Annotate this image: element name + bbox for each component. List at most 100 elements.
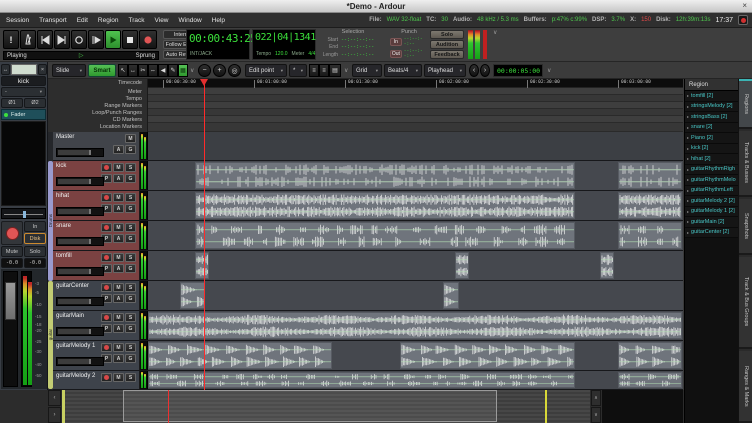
mute-button[interactable]: M	[113, 193, 124, 202]
region-list-item[interactable]: ▸guitarMelody 1 [2]	[685, 207, 738, 218]
playhead-marker[interactable]	[200, 79, 208, 86]
mute-button[interactable]: M	[113, 253, 124, 262]
zoom-in-button[interactable]: +	[213, 64, 226, 77]
secondary-clock[interactable]: 022|04|1341 Tempo 120.0 Meter 4/4	[252, 29, 316, 60]
automation-button[interactable]: A	[113, 294, 124, 303]
region-list-item[interactable]: ▸kick [2]	[685, 144, 738, 155]
scroll-up-button[interactable]: ∧	[591, 390, 601, 406]
record-arm-button[interactable]	[101, 283, 112, 292]
track-canvas[interactable]	[148, 191, 683, 220]
track-header[interactable]: tomfill M S P A G	[53, 251, 140, 280]
ruler-label-timecode[interactable]: Timecode	[118, 80, 142, 86]
region-list-item[interactable]: ▸guitarCenter [2]	[685, 228, 738, 239]
track-canvas[interactable]	[148, 371, 683, 389]
solo-button[interactable]: S	[125, 313, 136, 322]
track-header[interactable]: Master M A G	[53, 132, 140, 160]
menu-session[interactable]: Session	[6, 17, 29, 24]
track-canvas[interactable]	[148, 161, 683, 190]
pan-control[interactable]	[1, 208, 46, 219]
audio-region[interactable]	[618, 342, 682, 369]
tempo-ruler[interactable]	[148, 95, 683, 102]
scroll-right-button[interactable]: ›	[48, 407, 61, 423]
menu-transport[interactable]: Transport	[39, 17, 67, 24]
ruler-label-loop-punch[interactable]: Loop/Punch Ranges	[92, 110, 142, 116]
phase-1-button[interactable]: Ø1	[1, 98, 23, 108]
track-fader[interactable]	[56, 207, 104, 216]
region-list-item[interactable]: ▸hihat [2]	[685, 154, 738, 165]
selection-start[interactable]: --:--:--:--	[341, 37, 374, 43]
primary-clock[interactable]: 00:00:43:25 INT/JACK	[186, 29, 250, 60]
region-list-item[interactable]: ▸snare [2]	[685, 123, 738, 134]
group-button[interactable]: G	[125, 145, 136, 154]
solo-button-global[interactable]: Solo	[430, 30, 464, 39]
region-list-item[interactable]: ▸guitarRhythmLeft	[685, 186, 738, 197]
ruler-label-location-markers[interactable]: Location Markers	[100, 124, 142, 130]
mouse-grab-button[interactable]: ↖	[118, 64, 128, 77]
ruler-area[interactable]: 00:00:30:00 00:01:00:00 00:01:30:00 00:0…	[148, 79, 683, 132]
mute-button[interactable]: M	[113, 373, 124, 382]
zoom-fit-button[interactable]: ◎	[228, 64, 241, 77]
group-button[interactable]: G	[125, 294, 136, 303]
chevron-down-icon[interactable]: ∨	[344, 67, 348, 74]
meter-ruler[interactable]	[148, 88, 683, 95]
audio-region[interactable]	[148, 312, 682, 339]
scroll-left-button[interactable]: ‹	[48, 390, 61, 406]
timecode-ruler[interactable]: 00:00:30:00 00:01:00:00 00:01:30:00 00:0…	[148, 79, 683, 88]
window-close-icon[interactable]: ×	[742, 1, 747, 10]
track-fader[interactable]	[56, 267, 104, 276]
save-view-button[interactable]: ▤	[329, 64, 341, 77]
input-select[interactable]: - ▾	[1, 87, 46, 97]
automation-button[interactable]: A	[113, 234, 124, 243]
region-list-item[interactable]: ▸Piano [2]	[685, 133, 738, 144]
monitor-disk-button[interactable]: Disk	[24, 233, 46, 244]
solo-button[interactable]: S	[125, 343, 136, 352]
processor-fader[interactable]: Fader	[1, 109, 46, 120]
mute-button[interactable]: M	[113, 343, 124, 352]
goto-start-button[interactable]	[37, 30, 53, 49]
mouse-draw-button[interactable]: ✎	[168, 64, 178, 77]
audio-region[interactable]	[148, 342, 332, 369]
region-list-item[interactable]: ▸tomfill [2]	[685, 91, 738, 102]
record-arm-button[interactable]	[101, 253, 112, 262]
record-arm-button[interactable]	[101, 343, 112, 352]
selection-length[interactable]: --:--:--:--	[341, 52, 374, 58]
menu-region[interactable]: Region	[98, 17, 119, 24]
cd-markers-ruler[interactable]	[148, 116, 683, 123]
audio-region[interactable]	[195, 192, 575, 219]
visible-tracks-select[interactable]: * ▾	[289, 64, 307, 77]
automation-button[interactable]: A	[113, 354, 124, 363]
edit-mode-select[interactable]: Slide ▾	[52, 64, 86, 77]
solo-button[interactable]: S	[125, 163, 136, 172]
audio-region[interactable]	[618, 222, 682, 249]
track-canvas[interactable]	[148, 341, 683, 370]
solo-button[interactable]: S	[125, 223, 136, 232]
solo-button[interactable]: S	[125, 283, 136, 292]
audio-region[interactable]	[455, 252, 469, 279]
audio-region[interactable]	[148, 372, 575, 388]
record-arm-button[interactable]	[101, 313, 112, 322]
chevron-down-icon[interactable]: ∨	[547, 67, 551, 74]
audio-region[interactable]	[180, 282, 205, 309]
record-arm-button[interactable]	[101, 163, 112, 172]
region-list-header[interactable]: Region	[685, 79, 738, 91]
record-arm-button[interactable]	[1, 221, 23, 245]
menu-track[interactable]: Track	[129, 17, 145, 24]
meter-value[interactable]: 4/4	[308, 51, 315, 57]
mute-button[interactable]: M	[113, 283, 124, 292]
error-log-button[interactable]	[738, 15, 748, 25]
record-arm-button[interactable]	[101, 373, 112, 382]
punch-in-button[interactable]: In	[390, 38, 402, 46]
peak-display[interactable]: -0.0	[24, 258, 46, 268]
punch-out-button[interactable]: Out	[390, 50, 402, 58]
track-canvas[interactable]	[148, 311, 683, 340]
menu-edit[interactable]: Edit	[77, 17, 88, 24]
selection-end[interactable]: --:--:--:--	[341, 44, 374, 50]
smart-mode-button[interactable]: Smart	[88, 64, 116, 77]
track-header[interactable]: guitarMelody 1 M S P A G	[53, 341, 140, 370]
ruler-label-tempo[interactable]: Tempo	[125, 96, 142, 102]
track-header[interactable]: kick M S P A G	[53, 161, 140, 190]
solo-button[interactable]: S	[125, 253, 136, 262]
automation-button[interactable]: A	[113, 264, 124, 273]
track-fader[interactable]	[56, 177, 104, 186]
audio-region[interactable]	[443, 282, 459, 309]
